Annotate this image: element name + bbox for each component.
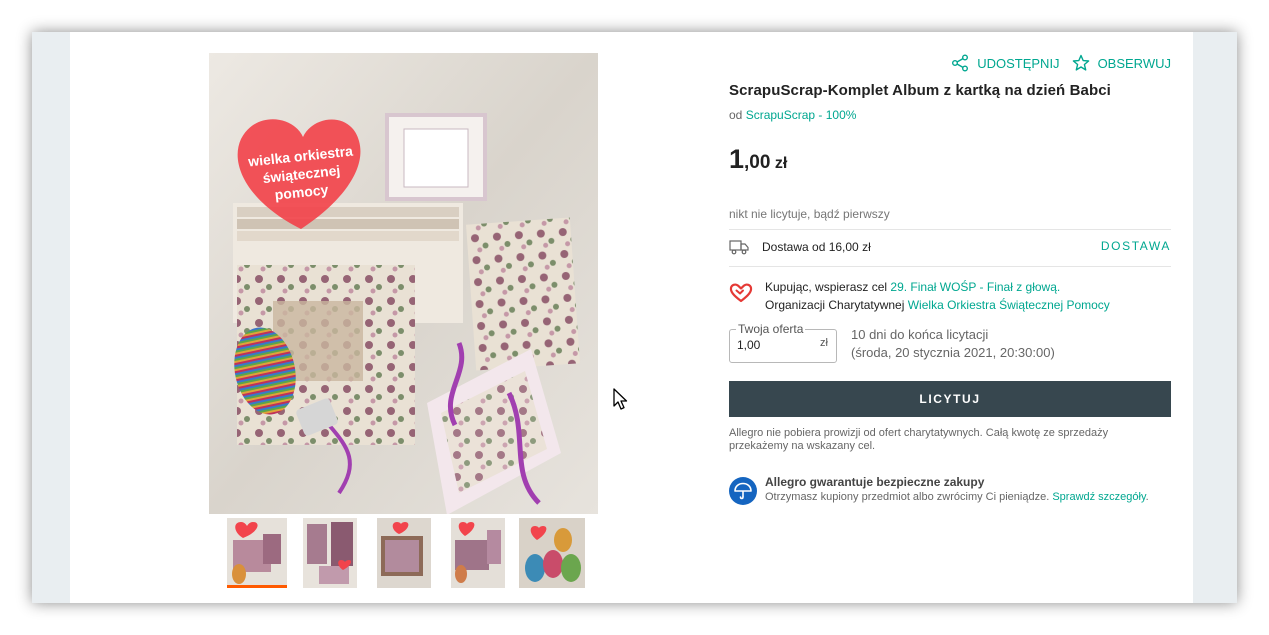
- umbrella-shield-icon: [729, 477, 757, 505]
- mouse-cursor-icon: [613, 388, 628, 410]
- heart-icon: [729, 283, 753, 303]
- product-main-image[interactable]: wielka orkiestra świątecznej pomocy: [209, 53, 598, 514]
- thumbnail-4[interactable]: [451, 518, 505, 588]
- product-photo: wielka orkiestra świątecznej pomocy: [209, 53, 598, 514]
- follow-button[interactable]: OBSERWUJ: [1072, 54, 1171, 72]
- charity-commission-note: Allegro nie pobiera prowizji od ofert ch…: [729, 427, 1109, 452]
- share-label: UDOSTĘPNIJ: [977, 55, 1060, 71]
- divider: [729, 266, 1171, 267]
- auction-end-days: 10 dni do końca licytacji: [851, 327, 989, 342]
- price-integer: 1: [729, 144, 745, 174]
- your-offer-currency: zł: [820, 337, 828, 349]
- share-button[interactable]: UDOSTĘPNIJ: [951, 54, 1060, 72]
- charity-goal-link[interactable]: 29. Finał WOŚP - Finał z głową.: [890, 280, 1060, 294]
- thumbnail-1[interactable]: [227, 518, 287, 588]
- share-icon: [952, 54, 969, 72]
- charity-line2-text: Organizacji Charytatywnej: [765, 298, 908, 312]
- thumbnail-5[interactable]: [519, 518, 585, 588]
- seller-line: od ScrapuScrap - 100%: [729, 108, 856, 122]
- follow-label: OBSERWUJ: [1097, 55, 1171, 71]
- your-offer-label: Twoja oferta: [736, 322, 806, 336]
- guarantee-suffix: .: [1145, 491, 1149, 503]
- thumbnail-3[interactable]: [377, 518, 431, 588]
- product-page: wielka orkiestra świątecznej pomocy UDOS…: [70, 32, 1193, 603]
- seller-link[interactable]: ScrapuScrap - 100%: [746, 108, 857, 122]
- price-decimal: ,00: [744, 152, 771, 173]
- guarantee-title: Allegro gwarantuje bezpieczne zakupy: [765, 475, 985, 489]
- charity-organization-link[interactable]: Wielka Orkiestra Świątecznej Pomocy: [908, 298, 1110, 312]
- guarantee-details-link[interactable]: Sprawdź szczegóły: [1052, 491, 1145, 503]
- delivery-row: Dostawa od 16,00 zł DOSTAWA: [729, 237, 1171, 261]
- product-title: ScrapuScrap-Komplet Album z kartką na dz…: [729, 82, 1111, 99]
- guarantee-description: Otrzymasz kupiony przedmiot albo zwrócim…: [765, 491, 1053, 503]
- bids-info: nikt nie licytuje, bądź pierwszy: [729, 207, 890, 221]
- browser-window: wielka orkiestra świątecznej pomocy UDOS…: [32, 32, 1237, 603]
- divider: [729, 229, 1171, 230]
- price: 1,00 zł: [729, 144, 787, 175]
- delivery-text: Dostawa od 16,00 zł: [762, 240, 871, 254]
- seller-prefix: od: [729, 108, 743, 122]
- your-offer-input[interactable]: [737, 335, 809, 355]
- auction-end-info: 10 dni do końca licytacji (środa, 20 sty…: [851, 326, 1055, 362]
- offer-panel: UDOSTĘPNIJ OBSERWUJ ScrapuScrap-Komplet …: [729, 32, 1171, 603]
- truck-icon: [729, 240, 749, 255]
- charity-line1-text: Kupując, wspierasz cel: [765, 280, 891, 294]
- bid-button[interactable]: LICYTUJ: [729, 381, 1171, 417]
- thumbnail-2[interactable]: [303, 518, 357, 588]
- star-outline-icon: [1072, 54, 1089, 71]
- guarantee-text: Allegro gwarantuje bezpieczne zakupy Otr…: [765, 475, 1165, 504]
- offer-actions: UDOSTĘPNIJ OBSERWUJ: [951, 54, 1171, 72]
- your-offer-field[interactable]: Twoja oferta zł: [729, 322, 837, 363]
- delivery-link[interactable]: DOSTAWA: [1101, 239, 1171, 253]
- auction-end-date: (środa, 20 stycznia 2021, 20:30:00): [851, 345, 1055, 360]
- price-currency: zł: [774, 155, 788, 172]
- charity-text: Kupując, wspierasz cel 29. Finał WOŚP - …: [765, 278, 1110, 314]
